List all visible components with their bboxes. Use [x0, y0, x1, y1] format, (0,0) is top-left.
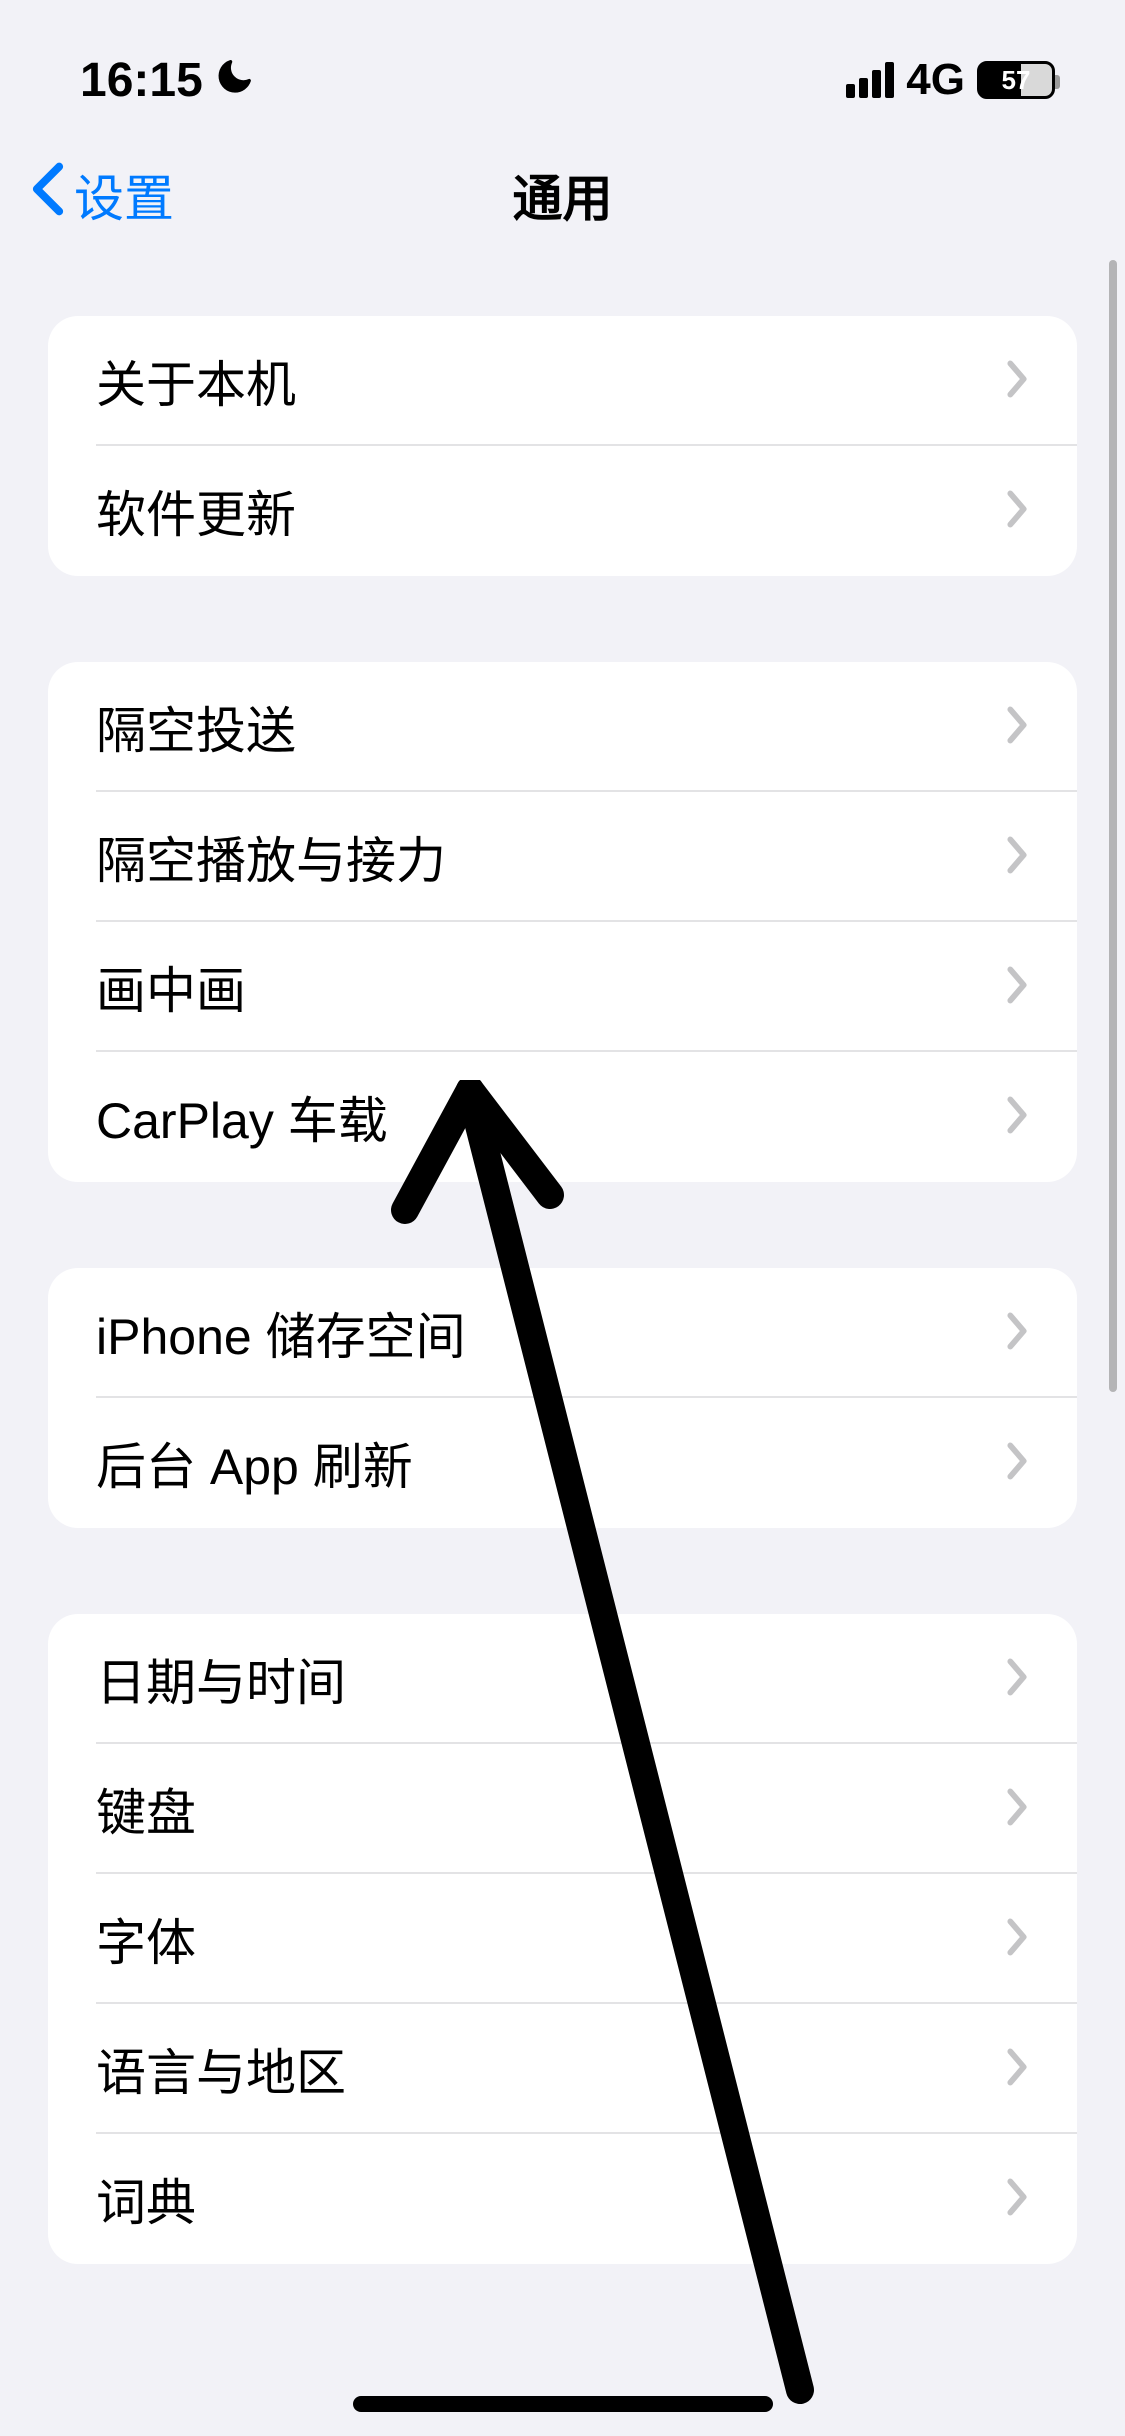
row-label: 隔空投送 [96, 691, 296, 763]
row-background-app-refresh[interactable]: 后台 App 刷新 [48, 1398, 1077, 1528]
row-label: 关于本机 [96, 345, 296, 417]
section-date-keyboard: 日期与时间 键盘 字体 语言与地区 词典 [48, 1614, 1077, 2264]
chevron-right-icon [1005, 359, 1029, 404]
page-title: 通用 [513, 159, 613, 231]
row-label: iPhone 储存空间 [96, 1297, 466, 1369]
row-about[interactable]: 关于本机 [48, 316, 1077, 446]
chevron-right-icon [1005, 2177, 1029, 2222]
row-date-time[interactable]: 日期与时间 [48, 1614, 1077, 1744]
network-type: 4G [906, 55, 965, 105]
row-label: 画中画 [96, 951, 246, 1023]
row-iphone-storage[interactable]: iPhone 储存空间 [48, 1268, 1077, 1398]
chevron-right-icon [1005, 1095, 1029, 1140]
chevron-right-icon [1005, 965, 1029, 1010]
chevron-right-icon [1005, 489, 1029, 534]
chevron-right-icon [1005, 1311, 1029, 1356]
chevron-right-icon [1005, 835, 1029, 880]
battery-icon: 57 [977, 61, 1055, 99]
battery-percent: 57 [1002, 65, 1031, 96]
chevron-right-icon [1005, 1657, 1029, 1702]
status-right: 4G 57 [846, 55, 1055, 105]
row-label: CarPlay 车载 [96, 1081, 388, 1153]
status-bar: 16:15 4G 57 [0, 0, 1125, 130]
back-button[interactable]: 设置 [30, 159, 174, 231]
row-carplay[interactable]: CarPlay 车载 [48, 1052, 1077, 1182]
row-software-update[interactable]: 软件更新 [48, 446, 1077, 576]
row-label: 软件更新 [96, 475, 296, 547]
section-storage: iPhone 储存空间 后台 App 刷新 [48, 1268, 1077, 1528]
chevron-right-icon [1005, 2047, 1029, 2092]
row-dictionary[interactable]: 词典 [48, 2134, 1077, 2264]
status-left: 16:15 [80, 53, 255, 108]
row-label: 字体 [96, 1903, 196, 1975]
row-fonts[interactable]: 字体 [48, 1874, 1077, 2004]
chevron-right-icon [1005, 1441, 1029, 1486]
section-airdrop: 隔空投送 隔空播放与接力 画中画 CarPlay 车载 [48, 662, 1077, 1182]
navigation-bar: 设置 通用 [0, 130, 1125, 260]
chevron-right-icon [1005, 1917, 1029, 1962]
section-about: 关于本机 软件更新 [48, 316, 1077, 576]
row-label: 日期与时间 [96, 1643, 346, 1715]
row-label: 语言与地区 [96, 2033, 346, 2105]
row-label: 词典 [96, 2163, 196, 2235]
chevron-right-icon [1005, 705, 1029, 750]
row-pip[interactable]: 画中画 [48, 922, 1077, 1052]
home-indicator[interactable] [353, 2396, 773, 2412]
chevron-left-icon [30, 161, 66, 229]
row-airplay[interactable]: 隔空播放与接力 [48, 792, 1077, 922]
row-keyboard[interactable]: 键盘 [48, 1744, 1077, 1874]
row-label: 键盘 [96, 1773, 196, 1845]
status-time: 16:15 [80, 53, 203, 108]
settings-content: 关于本机 软件更新 隔空投送 隔空播放与接力 画中画 [0, 316, 1125, 2264]
do-not-disturb-icon [215, 53, 255, 108]
back-label: 设置 [74, 159, 174, 231]
chevron-right-icon [1005, 1787, 1029, 1832]
row-label: 后台 App 刷新 [96, 1427, 413, 1499]
row-language-region[interactable]: 语言与地区 [48, 2004, 1077, 2134]
cellular-signal-icon [846, 62, 894, 98]
scrollbar[interactable] [1109, 260, 1117, 1392]
row-label: 隔空播放与接力 [96, 821, 446, 893]
row-airdrop[interactable]: 隔空投送 [48, 662, 1077, 792]
